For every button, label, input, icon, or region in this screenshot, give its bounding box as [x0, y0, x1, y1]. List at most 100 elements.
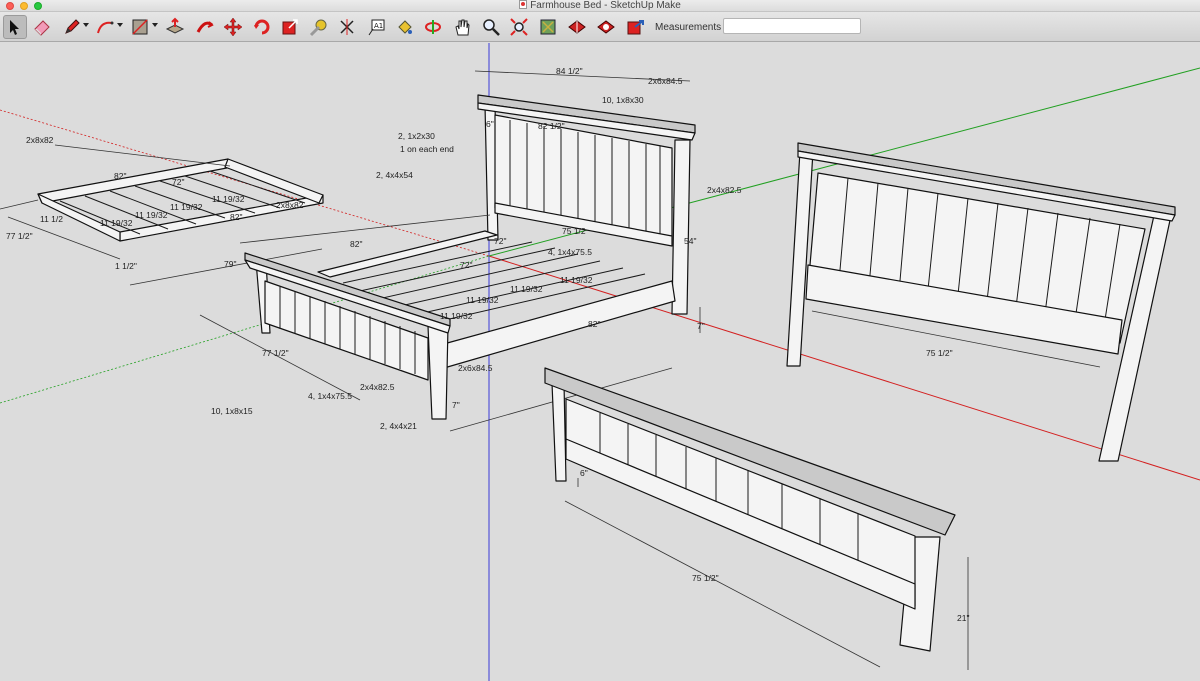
hb-label-10-1x8x30: 10, 1x8x30	[602, 95, 644, 105]
headboard-model[interactable]	[786, 142, 1176, 462]
slat-label-1119-d: 11 19/32	[212, 194, 245, 204]
share-model-icon	[627, 20, 644, 35]
hb-label-1-each-end: 1 on each end	[400, 144, 454, 154]
model-canvas[interactable]: 2x8x82 82" 72" 11 1/2 11 19/32 11 19/32 …	[0, 43, 1200, 681]
hb-label-2-4x4x54: 2, 4x4x54	[376, 170, 413, 180]
warehouse-button[interactable]	[565, 15, 589, 39]
rectangle-dropdown-arrow[interactable]	[152, 23, 158, 27]
slat-label-77-half: 77 1/2"	[6, 231, 33, 241]
bed-label-72: 72"	[494, 236, 506, 246]
fb-label-6: 6"	[580, 468, 588, 478]
bed-label-72-b: 72"	[460, 260, 472, 270]
bed-label-2x6x84: 2x6x84.5	[458, 363, 493, 373]
fb-label-75-half: 75 1/2"	[692, 573, 719, 583]
zoom-tool-button[interactable]	[479, 15, 503, 39]
push-pull-tool-button[interactable]	[163, 15, 187, 39]
hb-label-2x6x84: 2x6x84.5	[648, 76, 683, 86]
rectangle-tool-button[interactable]	[128, 15, 152, 39]
bed-label-1119-b: 11 19/32	[510, 284, 543, 294]
dimension-tool-button[interactable]	[335, 15, 359, 39]
extension-warehouse-icon	[597, 20, 615, 34]
hb-label-84-half: 84 1/2"	[556, 66, 583, 76]
slat-label-1119-b: 11 19/32	[135, 210, 168, 220]
toolbar: A1 Measurements	[0, 12, 1200, 42]
bed-label-2-4x4x21: 2, 4x4x21	[380, 421, 417, 431]
title-bar: Farmhouse Bed - SketchUp Make	[0, 0, 1200, 12]
hb-label-54: 54"	[684, 236, 696, 246]
bed-label-82-b: 82"	[588, 319, 600, 329]
bed-label-4-1x4x75: 4, 1x4x75.5	[548, 247, 592, 257]
dimension-tool-icon	[340, 19, 354, 35]
select-tool-button[interactable]	[3, 15, 27, 39]
tape-measure-tool-icon	[309, 19, 327, 37]
move-tool-button[interactable]	[221, 15, 245, 39]
slat-label-2x8x82: 2x8x82	[26, 135, 54, 145]
measurements-input[interactable]	[723, 18, 861, 34]
bed-label-2x4x82: 2x4x82.5	[360, 382, 395, 392]
bed-label-77-half: 77 1/2"	[262, 348, 289, 358]
green-axis-negative	[0, 255, 490, 404]
slat-label-82: 82"	[114, 171, 126, 181]
pencil-tool-icon	[65, 19, 80, 34]
hb-label-2x4x82: 2x4x82.5	[707, 185, 742, 195]
move-tool-icon	[223, 17, 243, 37]
bed-label-82: 82"	[350, 239, 362, 249]
hb-label-6: 6"	[486, 119, 494, 129]
add-location-button[interactable]	[536, 15, 560, 39]
bed-label-10-1x8x15: 10, 1x8x15	[211, 406, 253, 416]
orbit-tool-button[interactable]	[421, 15, 445, 39]
bed-label-75-half: 75 1/2	[562, 226, 586, 236]
eraser-tool-button[interactable]	[30, 15, 54, 39]
assembled-bed-model[interactable]	[199, 70, 701, 432]
rotate-tool-button[interactable]	[250, 15, 274, 39]
bed-label-1119-d: 11 19/32	[440, 311, 473, 321]
pencil-tool-button[interactable]	[60, 15, 84, 39]
pencil-dropdown-arrow[interactable]	[83, 23, 89, 27]
select-tool-icon	[10, 20, 19, 35]
bed-label-1119-a: 11 19/32	[560, 275, 593, 285]
bed-label-1119-c: 11 19/32	[466, 295, 499, 305]
slat-label-11-half: 11 1/2	[40, 214, 63, 224]
warehouse-icon	[568, 20, 586, 34]
arc-tool-button[interactable]	[93, 15, 117, 39]
zoom-extents-tool-button[interactable]	[507, 15, 531, 39]
pan-tool-button[interactable]	[450, 15, 474, 39]
add-location-icon	[540, 19, 556, 35]
tape-measure-tool-button[interactable]	[307, 15, 331, 39]
bed-label-7: 7"	[697, 321, 705, 331]
paint-bucket-tool-button[interactable]	[393, 15, 417, 39]
arc-dropdown-arrow[interactable]	[117, 23, 123, 27]
slat-label-79: 79"	[224, 259, 236, 269]
zoom-tool-icon	[483, 19, 500, 36]
slat-label-2x8x82-b: 2x8x82	[276, 200, 304, 210]
slat-label-82-b: 82"	[230, 212, 242, 222]
window-title: Farmhouse Bed - SketchUp Make	[0, 0, 1200, 12]
orbit-tool-icon	[425, 20, 441, 34]
slat-label-1119-a: 11 19/32	[100, 218, 133, 228]
extension-warehouse-button[interactable]	[594, 15, 618, 39]
share-model-button[interactable]	[623, 15, 647, 39]
footboard-model[interactable]	[544, 367, 969, 670]
pan-tool-icon	[455, 19, 470, 36]
rectangle-tool-icon	[132, 19, 148, 35]
text-tool-icon: A1	[368, 19, 385, 36]
model-viewport[interactable]: 2x8x82 82" 72" 11 1/2 11 19/32 11 19/32 …	[0, 43, 1200, 681]
paint-bucket-tool-icon	[398, 20, 412, 34]
scale-tool-button[interactable]	[278, 15, 302, 39]
text-tool-button[interactable]: A1	[364, 15, 388, 39]
bed-label-7-b: 7"	[452, 400, 460, 410]
slat-label-1-half: 1 1/2"	[115, 261, 137, 271]
hb-right-label-75-half: 75 1/2"	[926, 348, 953, 358]
hb-label-2-1x2x30: 2, 1x2x30	[398, 131, 435, 141]
document-icon	[519, 0, 528, 9]
follow-me-tool-button[interactable]	[193, 15, 217, 39]
window-title-text: Farmhouse Bed - SketchUp Make	[530, 0, 681, 11]
bed-label-4-1x4x75-b: 4, 1x4x75.5	[308, 391, 352, 401]
arc-tool-icon	[97, 21, 114, 34]
measurements-label: Measurements	[655, 22, 722, 33]
slat-label-72: 72"	[172, 177, 184, 187]
scale-tool-icon	[282, 19, 298, 35]
push-pull-tool-icon	[165, 17, 185, 34]
hb-label-82-half: 82 1/2"	[538, 121, 565, 131]
slat-label-1119-c: 11 19/32	[170, 202, 203, 212]
